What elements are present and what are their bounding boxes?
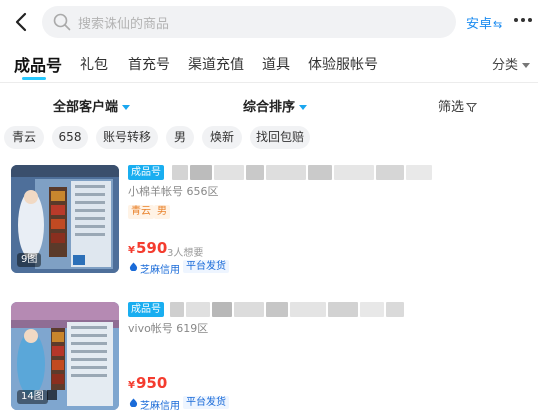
platform-selector[interactable]: 安卓⇆ <box>466 13 502 32</box>
listing-meta: 小棉羊帐号 656区 <box>128 185 219 198</box>
zhima-credit-label: 芝麻信用 <box>140 401 180 412</box>
tab-first-recharge[interactable]: 首充号 <box>128 54 170 74</box>
filter-funnel-icon <box>466 103 478 113</box>
search-placeholder: 搜索诛仙的商品 <box>78 17 170 32</box>
chevron-down-icon <box>299 105 308 110</box>
attr-tag-class: 青云 <box>128 205 154 219</box>
quick-filter-chips: 青云 658 账号转移 男 焕新 找回包赔 <box>0 126 538 150</box>
tab-test-server-account[interactable]: 体验服帐号 <box>308 54 378 74</box>
price-currency: ¥ <box>128 245 135 256</box>
chip-qingyun[interactable]: 青云 <box>4 126 44 149</box>
search-icon <box>53 13 71 31</box>
more-icon[interactable] <box>514 18 532 24</box>
listing-card[interactable]: 9图 成品号 小棉羊帐号 656区 青云 男 ¥590 3人想要 芝麻信用 平台… <box>0 165 538 283</box>
chip-male[interactable]: 男 <box>166 126 194 149</box>
tab-gift-pack[interactable]: 礼包 <box>80 54 108 74</box>
classify-dropdown[interactable]: 分类 <box>492 54 531 73</box>
chip-account-transfer[interactable]: 账号转移 <box>96 126 158 149</box>
tab-finished-account[interactable]: 成品号 <box>14 52 62 76</box>
listing-thumbnail[interactable]: 9图 <box>11 165 119 273</box>
classify-label: 分类 <box>492 58 519 73</box>
image-count-badge: 14图 <box>17 390 48 404</box>
back-button[interactable] <box>8 9 34 35</box>
zhima-credit-label: 芝麻信用 <box>140 265 180 276</box>
price-currency: ¥ <box>128 380 135 391</box>
listing-price: ¥950 <box>128 374 167 392</box>
listing-type-tag: 成品号 <box>128 302 164 317</box>
zhima-credit-icon <box>129 262 138 271</box>
listing-type-tag: 成品号 <box>128 165 164 180</box>
platform-delivery-tag: 平台发货 <box>183 260 229 273</box>
swap-icon: ⇆ <box>493 18 503 31</box>
screen-filter-label: 筛选 <box>438 100 465 115</box>
chip-server-658[interactable]: 658 <box>52 126 88 149</box>
chevron-down-icon <box>522 63 531 68</box>
client-filter[interactable]: 全部客户端 <box>53 96 131 115</box>
active-tab-indicator <box>22 77 46 80</box>
client-filter-label: 全部客户端 <box>53 100 119 115</box>
listing-thumbnail[interactable]: 14图 <box>11 302 119 410</box>
platform-label: 安卓 <box>466 17 493 32</box>
listing-meta: vivo帐号 619区 <box>128 322 209 335</box>
sort-filter-label: 综合排序 <box>243 100 296 115</box>
top-bar: 搜索诛仙的商品 安卓⇆ <box>0 0 538 44</box>
listing-card[interactable]: 14图 成品号 vivo帐号 619区 ¥950 芝麻信用 平台发货 <box>0 302 538 420</box>
screen-filter[interactable]: 筛选 <box>438 96 478 115</box>
filter-bar: 全部客户端 综合排序 筛选 <box>0 84 538 122</box>
chip-recovery-guarantee[interactable]: 找回包赔 <box>250 126 310 149</box>
sort-filter[interactable]: 综合排序 <box>243 96 308 115</box>
category-tabs: 成品号 礼包 首充号 渠道充值 道具 体验服帐号 分类 <box>0 44 538 83</box>
price-value: 590 <box>135 239 168 257</box>
search-bar[interactable]: 搜索诛仙的商品 <box>42 6 456 38</box>
platform-delivery-tag: 平台发货 <box>183 396 229 409</box>
price-value: 950 <box>135 374 168 392</box>
chevron-down-icon <box>122 105 131 110</box>
image-count-badge: 9图 <box>17 253 42 267</box>
tab-items[interactable]: 道具 <box>262 54 290 74</box>
tab-channel-recharge[interactable]: 渠道充值 <box>188 54 244 74</box>
back-arrow-icon <box>15 12 27 32</box>
chip-renewed[interactable]: 焕新 <box>202 126 242 149</box>
zhima-credit-icon <box>129 398 138 407</box>
listing-price: ¥590 <box>128 239 167 257</box>
attr-tag-gender: 男 <box>154 205 170 219</box>
wants-count: 3人想要 <box>167 248 204 259</box>
